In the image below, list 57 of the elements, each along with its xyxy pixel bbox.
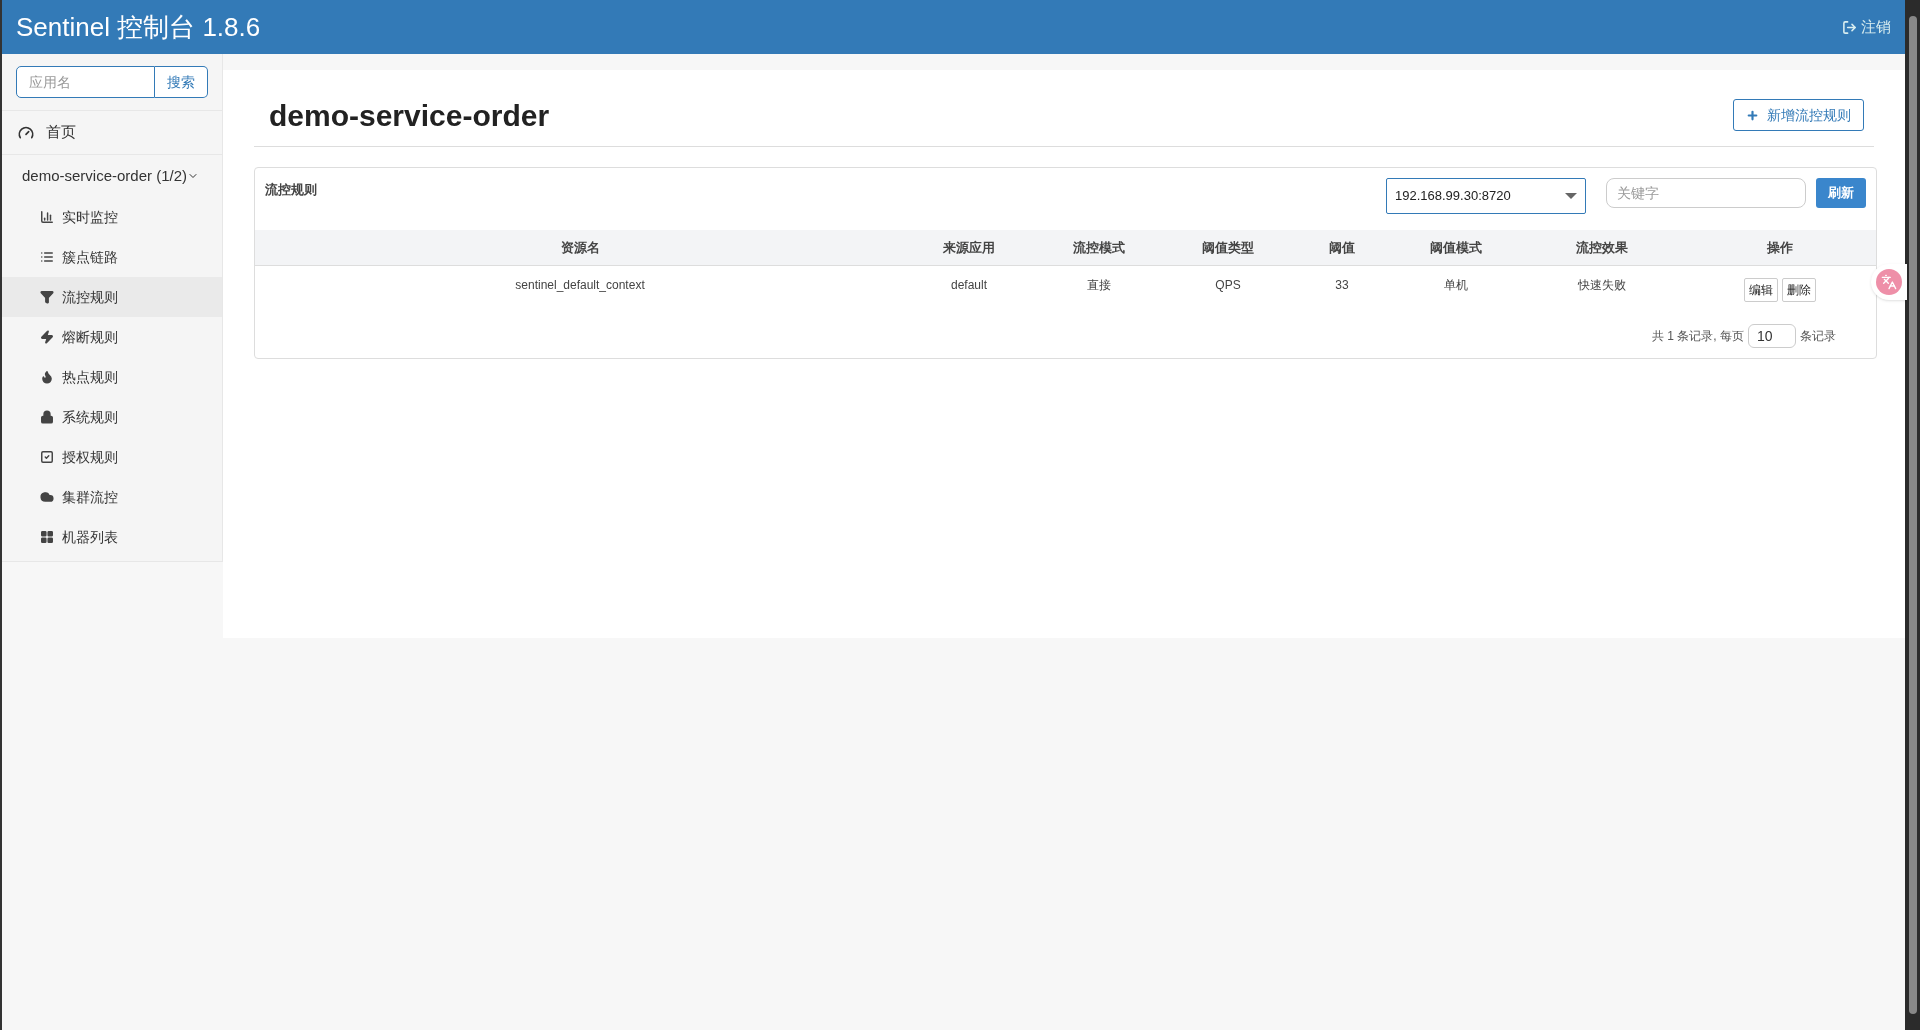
- table-cell-text: 快速失败: [1577, 277, 1627, 294]
- app-search-field[interactable]: 应用名: [16, 66, 155, 98]
- keyword-field[interactable]: 关键字: [1606, 178, 1806, 208]
- bar-chart-icon: [40, 210, 54, 224]
- cloud-icon: [40, 490, 54, 504]
- flame-icon: [40, 370, 54, 384]
- home-nav-item[interactable]: 首页: [2, 111, 222, 155]
- app-group-toggle[interactable]: demo-service-order (1/2): [2, 155, 222, 197]
- sidebar-nav-item[interactable]: 集群流控: [2, 477, 222, 517]
- plus-icon: [1746, 108, 1759, 122]
- table-cell-text: 单机: [1443, 277, 1469, 294]
- refresh-button[interactable]: 刷新: [1816, 178, 1866, 208]
- logout-link[interactable]: 注销: [1842, 15, 1891, 39]
- sidebar-nav-item[interactable]: 流控规则: [2, 277, 222, 317]
- sidebar-nav-item[interactable]: 机器列表: [2, 517, 222, 557]
- row-action-button[interactable]: 删除: [1782, 278, 1816, 302]
- checkbox-icon: [40, 450, 54, 464]
- gauge-icon: [18, 124, 34, 141]
- funnel-icon: [40, 290, 54, 304]
- table-cell-text: QPS: [1214, 277, 1242, 294]
- card-title: 流控规则: [265, 181, 318, 199]
- logout-icon: [1842, 19, 1857, 35]
- sidebar-nav-item[interactable]: 热点规则: [2, 357, 222, 397]
- add-rule-button[interactable]: 新增流控规则: [1733, 99, 1864, 131]
- search-button[interactable]: 搜索: [155, 66, 208, 98]
- table-cell-text: 直接: [1086, 277, 1112, 294]
- column-header: 阈值: [1328, 238, 1356, 257]
- column-header: 资源名: [559, 238, 601, 257]
- page-title: demo-service-order: [268, 97, 550, 134]
- row-action-button[interactable]: 编辑: [1744, 278, 1778, 302]
- column-header: 阈值类型: [1201, 238, 1255, 257]
- dropdown-triangle-icon: [1565, 193, 1577, 199]
- lightning-icon: [40, 330, 54, 344]
- pagination-text: 共 1 条记录, 每页: [1652, 328, 1744, 345]
- column-header: 操作: [1766, 238, 1794, 257]
- sidebar-nav-item[interactable]: 簇点链路: [2, 237, 222, 277]
- column-header: 阈值模式: [1429, 238, 1483, 257]
- grid-icon: [40, 530, 54, 544]
- translate-button[interactable]: [1871, 264, 1907, 300]
- column-header: 来源应用: [942, 238, 996, 257]
- list-icon: [40, 250, 54, 264]
- lock-icon: [40, 410, 54, 424]
- pagination-text: 条记录: [1800, 328, 1836, 345]
- table-cell-text: 33: [1334, 277, 1350, 294]
- machine-select[interactable]: 192.168.99.30:8720: [1386, 178, 1586, 214]
- sidebar-nav-item[interactable]: 授权规则: [2, 437, 222, 477]
- app-title: Sentinel 控制台 1.8.6: [16, 10, 261, 44]
- column-header: 流控模式: [1072, 238, 1126, 257]
- table-cell-text: sentinel_default_context: [514, 277, 646, 294]
- column-header: 流控效果: [1575, 238, 1629, 257]
- sidebar-nav-item[interactable]: 熔断规则: [2, 317, 222, 357]
- table-cell-text: default: [950, 277, 988, 294]
- sidebar-nav-item[interactable]: 系统规则: [2, 397, 222, 437]
- scrollbar[interactable]: [1905, 0, 1920, 1030]
- translate-icon: [1876, 269, 1902, 295]
- sidebar-nav-item[interactable]: 实时监控: [2, 197, 222, 237]
- page-size-field[interactable]: 10: [1748, 324, 1796, 348]
